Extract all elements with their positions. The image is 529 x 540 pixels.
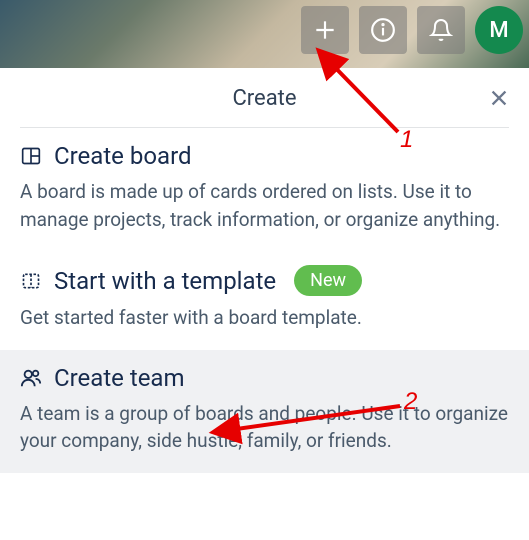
- notifications-button[interactable]: [417, 6, 465, 54]
- option-start-template[interactable]: Start with a template New Get started fa…: [0, 251, 529, 350]
- option-template-title: Start with a template: [54, 267, 276, 295]
- close-button[interactable]: [483, 82, 515, 114]
- option-template-description: Get started faster with a board template…: [20, 304, 509, 332]
- option-team-description: A team is a group of boards and people. …: [20, 400, 509, 455]
- option-create-board[interactable]: Create board A board is made up of cards…: [0, 128, 529, 251]
- create-popup: Create Create board A board is made up o…: [0, 68, 529, 540]
- option-board-description: A board is made up of cards ordered on l…: [20, 178, 509, 233]
- option-board-title: Create board: [54, 142, 192, 170]
- bell-icon: [429, 18, 453, 42]
- close-icon: [488, 87, 510, 109]
- plus-icon: [312, 17, 338, 43]
- option-create-team[interactable]: Create team A team is a group of boards …: [0, 350, 529, 473]
- avatar-initial: M: [489, 18, 508, 43]
- info-button[interactable]: [359, 6, 407, 54]
- avatar[interactable]: M: [475, 6, 523, 54]
- team-icon: [20, 367, 42, 389]
- new-badge: New: [294, 265, 362, 296]
- info-icon: [370, 17, 396, 43]
- popup-header: Create: [20, 68, 509, 128]
- template-icon: [20, 270, 42, 292]
- popup-title: Create: [40, 86, 489, 111]
- option-team-title: Create team: [54, 364, 185, 392]
- board-icon: [20, 145, 42, 167]
- create-plus-button[interactable]: [301, 6, 349, 54]
